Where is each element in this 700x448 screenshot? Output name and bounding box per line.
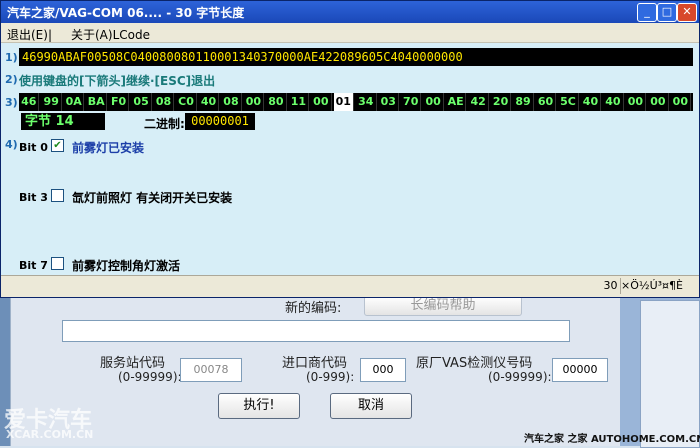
byte-strip: 46 99 0A BA F0 05 08 C0 40 08 00 80 11 00 01 34 03 70 00 AE… — [19, 93, 693, 111]
byte-cell[interactable]: 03 — [379, 93, 399, 111]
background-right-panel — [640, 300, 700, 448]
row-number-3: 3) — [5, 96, 18, 109]
execute-button[interactable]: 执行! — [218, 393, 300, 419]
byte-cell[interactable]: 42 — [468, 93, 489, 111]
byte-cell[interactable]: C0 — [176, 93, 197, 111]
service-code-label: 服务站代码 — [100, 356, 166, 371]
binary-label: 二进制: — [144, 117, 185, 131]
lcode-window: 汽车之家/VAG-COM 06.... - 30 字节长度 _ □ ✕ 退出(E… — [0, 0, 700, 298]
byte-cell[interactable]: 08 — [221, 93, 242, 111]
byte-cell[interactable]: 00 — [423, 93, 444, 111]
byte-cell[interactable]: 00 — [311, 93, 332, 111]
byte-cell[interactable]: 40 — [199, 93, 220, 111]
status-text: 30 ×Ö½Ú³¤¶È — [603, 279, 683, 292]
byte-index-display: 字节 14 — [21, 113, 105, 130]
importer-code-input[interactable]: 000 — [360, 358, 406, 382]
byte-cell[interactable]: 46 — [19, 93, 40, 111]
binary-value-display: 00000001 — [185, 113, 255, 130]
byte-cell[interactable]: 05 — [131, 93, 152, 111]
bit-3-checkbox[interactable] — [51, 189, 64, 202]
byte-cell[interactable]: 08 — [154, 93, 175, 111]
close-button[interactable]: ✕ — [677, 3, 697, 22]
menu-about[interactable]: 关于(A)LCode — [71, 26, 150, 43]
long-code-help-button[interactable]: 长编码帮助 — [364, 296, 522, 316]
byte-cell[interactable]: 00 — [244, 93, 265, 111]
row-number-4: 4) — [5, 138, 18, 151]
row-number-2: 2) — [5, 73, 18, 86]
bit-3-description: 氙灯前照灯 有关闭开关已安装 — [72, 191, 233, 205]
watermark-left-url: XCAR.COM.CN — [6, 428, 94, 441]
row-number-1: 1) — [5, 51, 18, 64]
byte-cell[interactable]: 89 — [513, 93, 534, 111]
byte-cell[interactable]: 20 — [491, 93, 512, 111]
minimize-button[interactable]: _ — [637, 3, 657, 22]
bit-0-label: Bit 0 — [19, 141, 48, 154]
byte-cell[interactable]: 00 — [671, 93, 692, 111]
new-code-label: 新的编码: — [285, 301, 342, 316]
menu-exit[interactable]: 退出(E)| — [7, 26, 52, 43]
byte-cell[interactable]: 40 — [603, 93, 624, 111]
byte-cell[interactable]: 40 — [581, 93, 602, 111]
importer-code-label: 进口商代码 — [282, 356, 348, 371]
byte-cell[interactable]: 99 — [41, 93, 62, 111]
bit-7-checkbox[interactable] — [51, 257, 64, 270]
vas-number-input[interactable]: 00000 — [552, 358, 608, 382]
menu-bar: 退出(E)| 关于(A)LCode — [1, 23, 699, 43]
byte-cell[interactable]: 00 — [626, 93, 647, 111]
byte-cell[interactable]: 01 — [333, 93, 355, 111]
byte-cell[interactable]: 70 — [401, 93, 422, 111]
hex-code-display: 46990ABAF00508C040080080110001340370000A… — [19, 48, 693, 66]
status-bar: 30 ×Ö½Ú³¤¶È — [1, 275, 699, 296]
importer-code-range: (0-999): — [306, 370, 355, 384]
bit-7-label: Bit 7 — [19, 259, 48, 272]
byte-cell[interactable]: AE — [446, 93, 467, 111]
bit-0-checkbox[interactable]: ✔ — [51, 139, 64, 152]
byte-cell[interactable]: 5C — [558, 93, 579, 111]
byte-cell[interactable]: 0A — [64, 93, 85, 111]
new-code-input[interactable] — [62, 320, 570, 342]
watermark-right: 汽车之家 之家 AUTOHOME.COM.CN — [524, 434, 700, 445]
bit-3-label: Bit 3 — [19, 191, 48, 204]
byte-cell[interactable]: 11 — [289, 93, 310, 111]
title-bar[interactable]: 汽车之家/VAG-COM 06.... - 30 字节长度 _ □ ✕ — [1, 1, 699, 23]
bit-0-description: 前雾灯已安装 — [72, 141, 145, 155]
cancel-button[interactable]: 取消 — [330, 393, 412, 419]
content-area: 1) 46990ABAF00508C0400800801100013403700… — [1, 43, 699, 275]
service-code-input[interactable]: 00078 — [180, 358, 242, 382]
byte-cell[interactable]: F0 — [109, 93, 130, 111]
window-title: 汽车之家/VAG-COM 06.... - 30 字节长度 — [7, 6, 245, 20]
vas-number-range: (0-99999): — [488, 370, 552, 384]
maximize-button[interactable]: □ — [657, 3, 677, 22]
instruction-text: 使用键盘的[下箭头]继续·[ESC]退出 — [19, 74, 216, 88]
bit-7-description: 前雾灯控制角灯激活 — [72, 259, 181, 273]
byte-cell[interactable]: 00 — [648, 93, 669, 111]
byte-cell[interactable]: BA — [86, 93, 107, 111]
byte-cell[interactable]: 60 — [536, 93, 557, 111]
byte-cell[interactable]: 34 — [356, 93, 377, 111]
vas-number-label: 原厂VAS检测仪号码 — [416, 356, 533, 371]
byte-cell[interactable]: 80 — [266, 93, 287, 111]
service-code-range: (0-99999): — [118, 370, 182, 384]
